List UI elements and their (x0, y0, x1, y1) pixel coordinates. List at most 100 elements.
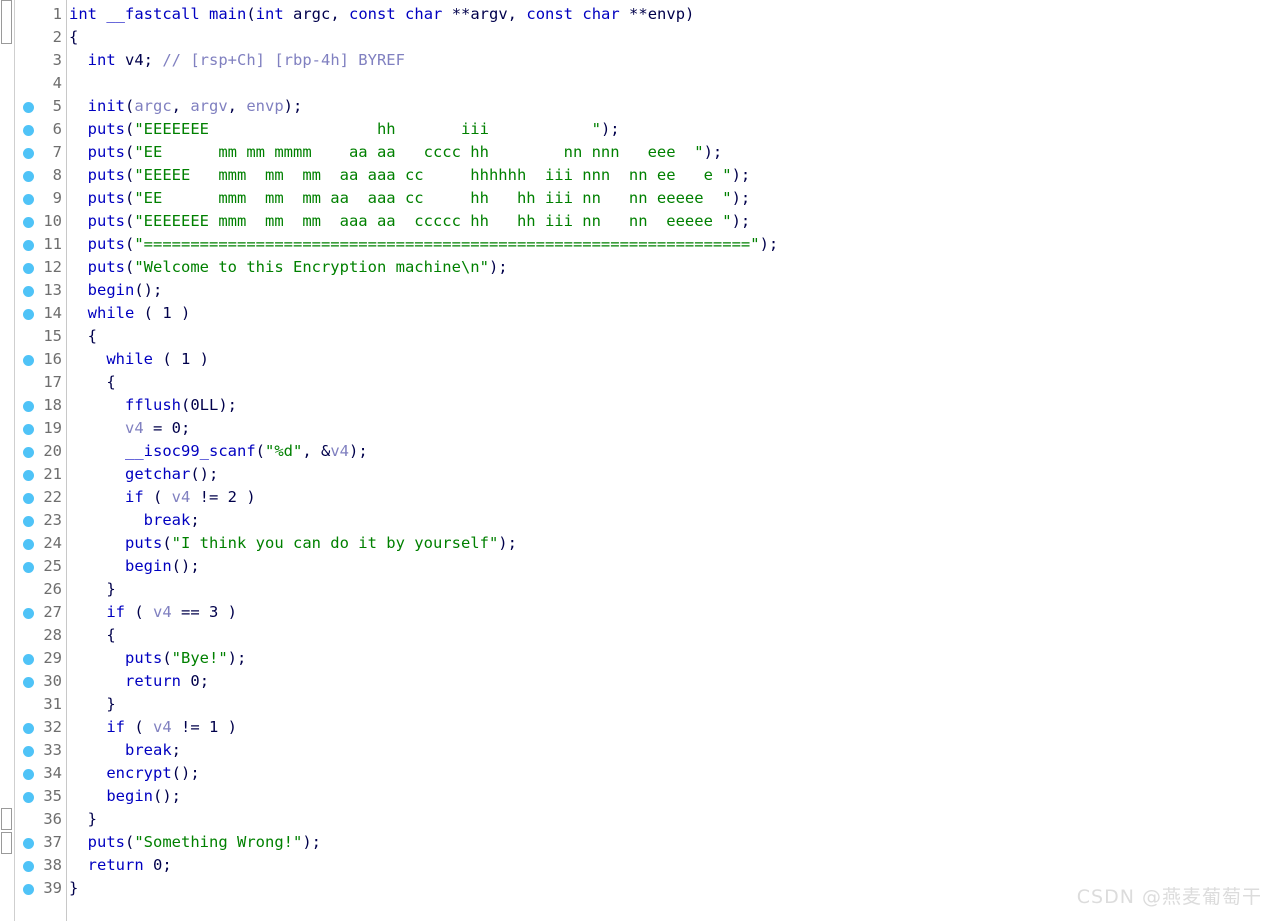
line-number-row[interactable]: 31 (15, 693, 66, 716)
line-number-row[interactable]: 6 (15, 118, 66, 141)
line-number-row[interactable]: 33 (15, 739, 66, 762)
breakpoint-dot-icon[interactable] (23, 309, 34, 320)
breakpoint-dot-icon[interactable] (23, 792, 34, 803)
code-line[interactable]: begin(); (67, 555, 1278, 578)
line-number-row[interactable]: 7 (15, 141, 66, 164)
breakpoint-dot-icon[interactable] (23, 424, 34, 435)
code-line[interactable]: begin(); (67, 785, 1278, 808)
code-line[interactable]: int __fastcall main(int argc, const char… (67, 3, 1278, 26)
breakpoint-dot-icon[interactable] (23, 355, 34, 366)
line-number-row[interactable]: 35 (15, 785, 66, 808)
code-line[interactable]: while ( 1 ) (67, 302, 1278, 325)
line-number-gutter[interactable]: 1 2 3 4 5 6 7 8 9 10 11 12 13 14 15 16 17 18 19 20 21 22 23 24 2… (15, 0, 67, 921)
breakpoint-dot-icon[interactable] (23, 654, 34, 665)
code-line[interactable]: encrypt(); (67, 762, 1278, 785)
code-line[interactable]: init(argc, argv, envp); (67, 95, 1278, 118)
line-number-row[interactable]: 15 (15, 325, 66, 348)
line-number-row[interactable]: 29 (15, 647, 66, 670)
line-number-row[interactable]: 39 (15, 877, 66, 900)
line-number-row[interactable]: 22 (15, 486, 66, 509)
line-number-row[interactable]: 34 (15, 762, 66, 785)
fold-marker[interactable] (1, 808, 12, 830)
breakpoint-dot-icon[interactable] (23, 171, 34, 182)
breakpoint-dot-icon[interactable] (23, 769, 34, 780)
code-line[interactable]: if ( v4 != 2 ) (67, 486, 1278, 509)
breakpoint-dot-icon[interactable] (23, 286, 34, 297)
code-line[interactable]: puts("EEEEEEE mmm mm mm aaa aa ccccc hh … (67, 210, 1278, 233)
breakpoint-dot-icon[interactable] (23, 447, 34, 458)
code-line[interactable]: } (67, 578, 1278, 601)
code-line[interactable]: puts("EE mmm mm mm aa aaa cc hh hh iii n… (67, 187, 1278, 210)
code-line[interactable]: break; (67, 739, 1278, 762)
breakpoint-dot-icon[interactable] (23, 194, 34, 205)
line-number-row[interactable]: 23 (15, 509, 66, 532)
code-line[interactable]: puts("I think you can do it by yourself"… (67, 532, 1278, 555)
code-line[interactable]: return 0; (67, 670, 1278, 693)
code-line[interactable]: break; (67, 509, 1278, 532)
code-line[interactable]: { (67, 624, 1278, 647)
code-line[interactable] (67, 72, 1278, 95)
code-line[interactable]: } (67, 808, 1278, 831)
breakpoint-dot-icon[interactable] (23, 516, 34, 527)
line-number-row[interactable]: 19 (15, 417, 66, 440)
line-number-row[interactable]: 18 (15, 394, 66, 417)
breakpoint-dot-icon[interactable] (23, 217, 34, 228)
breakpoint-dot-icon[interactable] (23, 608, 34, 619)
fold-marker[interactable] (1, 0, 12, 44)
line-number-row[interactable]: 2 (15, 26, 66, 49)
line-number-row[interactable]: 11 (15, 233, 66, 256)
code-line[interactable]: fflush(0LL); (67, 394, 1278, 417)
line-number-row[interactable]: 3 (15, 49, 66, 72)
line-number-row[interactable]: 16 (15, 348, 66, 371)
breakpoint-dot-icon[interactable] (23, 677, 34, 688)
code-pane[interactable]: int __fastcall main(int argc, const char… (67, 0, 1278, 921)
line-number-row[interactable]: 10 (15, 210, 66, 233)
code-line[interactable]: begin(); (67, 279, 1278, 302)
code-line[interactable]: if ( v4 != 1 ) (67, 716, 1278, 739)
code-line[interactable]: return 0; (67, 854, 1278, 877)
breakpoint-dot-icon[interactable] (23, 102, 34, 113)
line-number-row[interactable]: 4 (15, 72, 66, 95)
breakpoint-dot-icon[interactable] (23, 240, 34, 251)
breakpoint-dot-icon[interactable] (23, 539, 34, 550)
line-number-row[interactable]: 20 (15, 440, 66, 463)
line-number-row[interactable]: 32 (15, 716, 66, 739)
line-number-row[interactable]: 12 (15, 256, 66, 279)
line-number-row[interactable]: 1 (15, 3, 66, 26)
breakpoint-dot-icon[interactable] (23, 861, 34, 872)
line-number-row[interactable]: 14 (15, 302, 66, 325)
code-line[interactable]: puts("==================================… (67, 233, 1278, 256)
line-number-row[interactable]: 8 (15, 164, 66, 187)
line-number-row[interactable]: 25 (15, 555, 66, 578)
breakpoint-dot-icon[interactable] (23, 148, 34, 159)
code-line[interactable]: puts("EEEEE mmm mm mm aa aaa cc hhhhhh i… (67, 164, 1278, 187)
code-line[interactable]: { (67, 371, 1278, 394)
breakpoint-dot-icon[interactable] (23, 838, 34, 849)
code-line[interactable]: puts("EEEEEEE hh iii "); (67, 118, 1278, 141)
line-number-row[interactable]: 37 (15, 831, 66, 854)
breakpoint-dot-icon[interactable] (23, 562, 34, 573)
code-line[interactable]: puts("Welcome to this Encryption machine… (67, 256, 1278, 279)
line-number-row[interactable]: 27 (15, 601, 66, 624)
breakpoint-dot-icon[interactable] (23, 493, 34, 504)
line-number-row[interactable]: 26 (15, 578, 66, 601)
code-line[interactable]: v4 = 0; (67, 417, 1278, 440)
fold-strip[interactable] (0, 0, 15, 921)
breakpoint-dot-icon[interactable] (23, 746, 34, 757)
breakpoint-dot-icon[interactable] (23, 723, 34, 734)
fold-marker[interactable] (1, 832, 12, 854)
code-line[interactable]: { (67, 325, 1278, 348)
code-line[interactable]: puts("Bye!"); (67, 647, 1278, 670)
breakpoint-dot-icon[interactable] (23, 263, 34, 274)
code-line[interactable]: puts("Something Wrong!"); (67, 831, 1278, 854)
code-line[interactable]: int v4; // [rsp+Ch] [rbp-4h] BYREF (67, 49, 1278, 72)
breakpoint-dot-icon[interactable] (23, 884, 34, 895)
breakpoint-dot-icon[interactable] (23, 401, 34, 412)
line-number-row[interactable]: 17 (15, 371, 66, 394)
code-line[interactable]: __isoc99_scanf("%d", &v4); (67, 440, 1278, 463)
line-number-row[interactable]: 38 (15, 854, 66, 877)
line-number-row[interactable]: 30 (15, 670, 66, 693)
line-number-row[interactable]: 9 (15, 187, 66, 210)
code-line[interactable]: { (67, 26, 1278, 49)
line-number-row[interactable]: 28 (15, 624, 66, 647)
